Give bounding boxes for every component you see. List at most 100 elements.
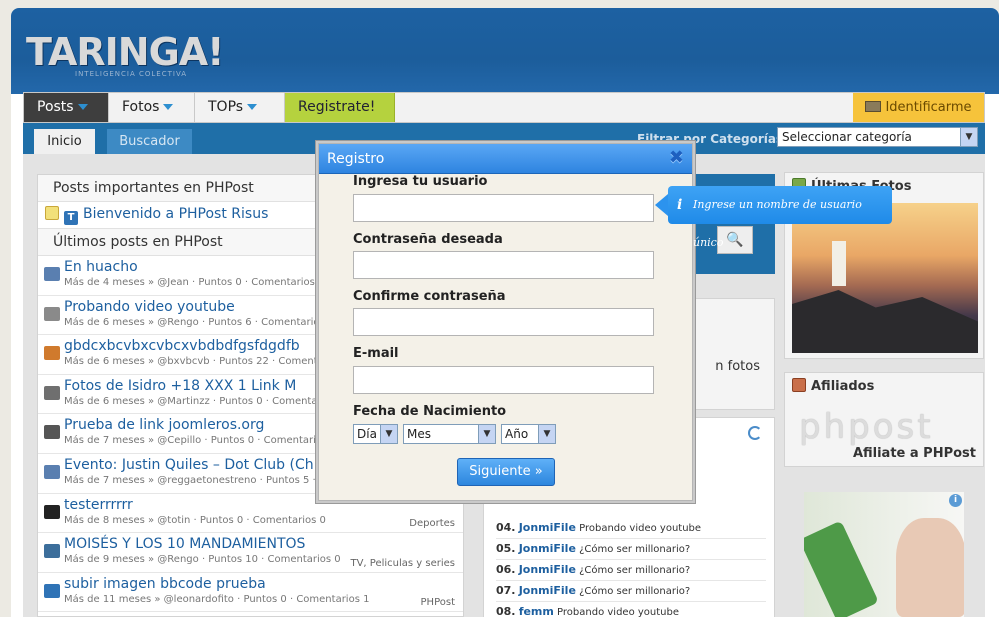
dialog-title: Registro bbox=[327, 151, 385, 167]
nav-fotos[interactable]: Fotos bbox=[109, 93, 195, 122]
post-category: TV, Peliculas y series bbox=[350, 557, 455, 569]
post-category: Deportes bbox=[409, 518, 455, 530]
sticky-note-icon bbox=[45, 206, 59, 220]
post-meta: Más de 8 meses » @totin · Puntos 0 · Com… bbox=[64, 514, 326, 526]
photo-lighthouse bbox=[832, 241, 846, 286]
chevron-down-icon: ▼ bbox=[380, 425, 397, 443]
email-label: E-mail bbox=[353, 346, 399, 361]
affiliates-box: Afiliados phpost Afiliate a PHPost bbox=[784, 372, 984, 467]
top-row[interactable]: 08. femm Probando video youtube bbox=[496, 602, 766, 617]
category-select[interactable]: Seleccionar categoría ▼ bbox=[777, 127, 978, 147]
refresh-icon[interactable] bbox=[748, 426, 762, 440]
affiliates-heading: Afiliados bbox=[785, 373, 983, 399]
logo-tagline: INTELIGENCIA COLECTIVA bbox=[75, 70, 188, 78]
chevron-down-icon bbox=[247, 104, 258, 110]
confirm-password-label: Confirme contraseña bbox=[353, 289, 506, 304]
email-field[interactable] bbox=[353, 366, 654, 394]
right-column: Últimas Fotos Afiliados phpost Afiliate … bbox=[784, 172, 985, 617]
post-category-icon bbox=[44, 385, 60, 400]
post-category-icon bbox=[44, 425, 60, 440]
username-label: Ingresa tu usuario bbox=[353, 174, 488, 189]
birthdate-label: Fecha de Nacimiento bbox=[353, 404, 507, 419]
category-icon: T bbox=[64, 211, 78, 225]
password-field[interactable] bbox=[353, 251, 654, 279]
nav-fotos-label: Fotos bbox=[122, 99, 160, 115]
month-select-value: Mes bbox=[407, 427, 431, 441]
info-icon: i bbox=[677, 197, 683, 213]
tooltip-pointer bbox=[655, 194, 668, 216]
top-post-title[interactable]: Probando video youtube bbox=[579, 523, 701, 534]
post-category-icon bbox=[44, 464, 60, 479]
top-row[interactable]: 06. JonmiFile ¿Cómo ser millonario? bbox=[496, 560, 766, 581]
nav-registrate[interactable]: Registrate! bbox=[285, 93, 395, 122]
dialog-title-bar: Registro ✖ bbox=[319, 144, 692, 174]
top-user[interactable]: JonmiFile bbox=[519, 584, 576, 597]
day-select-value: Día bbox=[357, 427, 377, 441]
nav-registrate-label: Registrate! bbox=[298, 99, 376, 115]
top-row[interactable]: 07. JonmiFile ¿Cómo ser millonario? bbox=[496, 581, 766, 602]
top-rank: 08. bbox=[496, 605, 516, 617]
top-user[interactable]: femm bbox=[519, 605, 554, 617]
top-row[interactable]: 05. JonmiFile ¿Cómo ser millonario? bbox=[496, 539, 766, 560]
category-select-value: Seleccionar categoría bbox=[782, 130, 912, 144]
photo-cliffs bbox=[792, 290, 978, 353]
top-rank: 07. bbox=[496, 584, 516, 597]
affiliates-title: Afiliados bbox=[811, 379, 875, 394]
month-select[interactable]: Mes ▼ bbox=[403, 424, 496, 444]
site-header: TARINGA! INTELIGENCIA COLECTIVA bbox=[11, 8, 999, 94]
post-title[interactable]: subir imagen bbcode prueba bbox=[64, 573, 463, 594]
post-row[interactable]: subir imagen bbcode prueba Más de 11 mese… bbox=[38, 573, 463, 613]
id-card-icon bbox=[865, 101, 882, 112]
post-title[interactable]: MOISÉS Y LOS 10 MANDAMIENTOS bbox=[64, 533, 463, 554]
nav-posts-label: Posts bbox=[37, 99, 74, 115]
chevron-down-icon bbox=[77, 104, 88, 110]
afiliate-link[interactable]: Afiliate a PHPost bbox=[853, 446, 976, 461]
top-rank: 06. bbox=[496, 563, 516, 576]
nav-posts[interactable]: Posts bbox=[24, 93, 109, 122]
phpost-logo[interactable]: phpost bbox=[799, 407, 934, 447]
top-user[interactable]: JonmiFile bbox=[519, 542, 576, 555]
post-category-icon bbox=[44, 346, 60, 361]
nav-tops-label: TOPs bbox=[208, 99, 244, 115]
identificarme-button[interactable]: Identificarme bbox=[853, 93, 984, 122]
registration-dialog: Registro ✖ Ingresa tu usuario Contraseña… bbox=[318, 143, 693, 501]
year-select[interactable]: Año ▼ bbox=[501, 424, 556, 444]
pinned-post-link[interactable]: Bienvenido a PHPost Risus bbox=[83, 206, 268, 222]
fotos-count: n fotos bbox=[715, 359, 760, 374]
top-row[interactable]: 04. JonmiFile Probando video youtube bbox=[496, 518, 766, 539]
post-category-icon bbox=[44, 267, 60, 281]
tab-buscador[interactable]: Buscador bbox=[107, 129, 192, 154]
nav-tops[interactable]: TOPs bbox=[195, 93, 285, 122]
top-rank: 04. bbox=[496, 521, 516, 534]
ad-bottle-image bbox=[804, 520, 879, 617]
username-field[interactable] bbox=[353, 194, 654, 222]
info-icon[interactable]: i bbox=[949, 494, 962, 507]
post-category: PHPost bbox=[420, 597, 455, 609]
site-logo[interactable]: TARINGA! bbox=[26, 30, 225, 74]
year-select-value: Año bbox=[505, 427, 529, 441]
username-tooltip: i Ingrese un nombre de usuario único bbox=[668, 186, 892, 249]
post-category-icon bbox=[44, 544, 60, 559]
top-post-title[interactable]: Probando video youtube bbox=[557, 607, 679, 617]
top-user[interactable]: JonmiFile bbox=[519, 563, 576, 576]
password-label: Contraseña deseada bbox=[353, 232, 503, 247]
ad-person-image bbox=[896, 518, 964, 617]
post-category-icon bbox=[44, 583, 60, 598]
day-select[interactable]: Día ▼ bbox=[353, 424, 398, 444]
top-post-title[interactable]: ¿Cómo ser millonario? bbox=[579, 586, 690, 597]
post-row[interactable]: MOISÉS Y LOS 10 MANDAMIENTOS Más de 9 mes… bbox=[38, 533, 463, 573]
post-meta: Más de 11 meses » @leonardofito · Puntos… bbox=[64, 593, 370, 605]
top-post-title[interactable]: ¿Cómo ser millonario? bbox=[579, 544, 690, 555]
latest-photo[interactable] bbox=[792, 203, 978, 353]
close-icon[interactable]: ✖ bbox=[669, 149, 684, 167]
advertisement[interactable]: i bbox=[804, 492, 964, 617]
chevron-down-icon bbox=[163, 104, 174, 110]
chevron-down-icon: ▼ bbox=[960, 128, 977, 146]
top-user[interactable]: JonmiFile bbox=[519, 521, 576, 534]
next-button[interactable]: Siguiente » bbox=[457, 458, 555, 486]
identificarme-label: Identificarme bbox=[885, 100, 972, 115]
tab-inicio[interactable]: Inicio bbox=[34, 129, 95, 154]
top-post-title[interactable]: ¿Cómo ser millonario? bbox=[579, 565, 690, 576]
post-category-icon bbox=[44, 306, 60, 321]
confirm-password-field[interactable] bbox=[353, 308, 654, 336]
